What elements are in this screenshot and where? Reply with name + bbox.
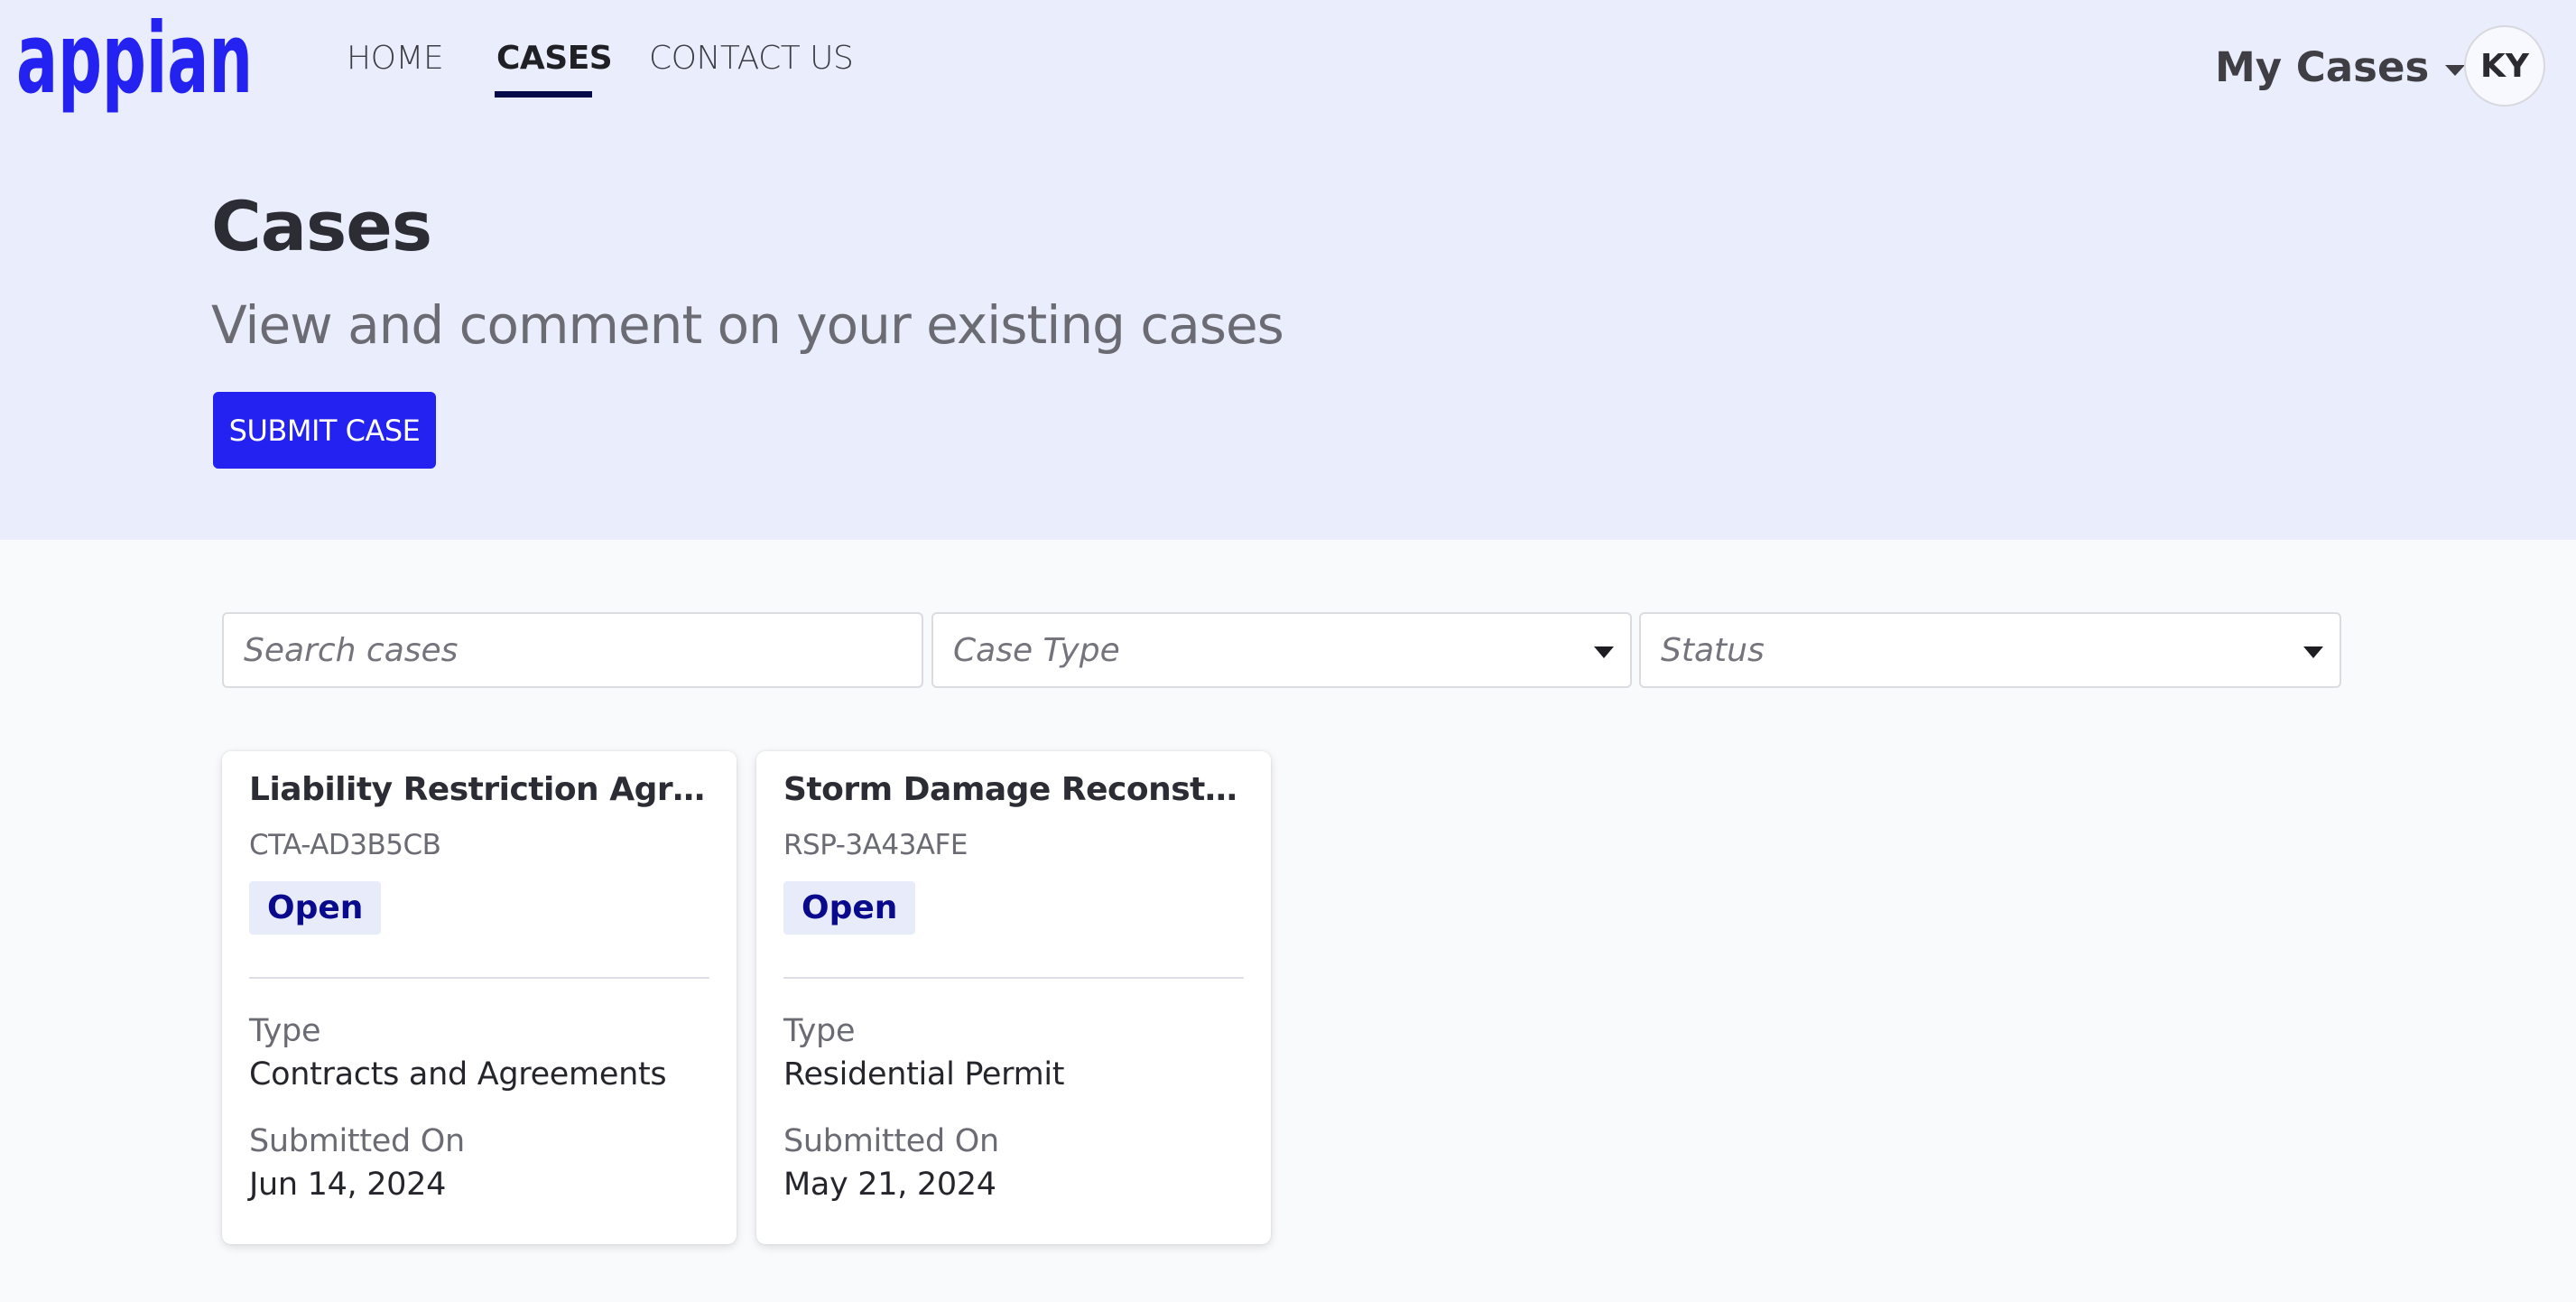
dropdown-caret-icon — [1594, 646, 1614, 658]
status-dropdown[interactable]: Status — [1639, 612, 2341, 688]
nav-contact-us[interactable]: CONTACT US — [649, 40, 854, 77]
appian-logo[interactable]: appian — [16, 13, 258, 119]
search-field[interactable] — [222, 612, 923, 688]
submit-case-button[interactable]: SUBMIT CASE — [213, 392, 436, 469]
page-title: Cases — [211, 186, 432, 266]
case-type-placeholder: Case Type — [953, 631, 1120, 669]
submitted-on-label: Submitted On — [783, 1123, 999, 1159]
status-badge: Open — [783, 881, 916, 935]
user-avatar[interactable]: KY — [2464, 25, 2545, 107]
logo-text: appian — [16, 13, 253, 116]
avatar-initials: KY — [2480, 47, 2529, 85]
status-badge-label: Open — [267, 889, 364, 926]
type-value: Contracts and Agreements — [249, 1056, 667, 1093]
caret-down-icon — [2445, 65, 2466, 76]
case-id: RSP-3A43AFE — [783, 829, 968, 861]
active-nav-indicator — [495, 91, 592, 98]
my-cases-label: My Cases — [2215, 42, 2430, 91]
card-divider — [783, 977, 1244, 979]
my-cases-menu[interactable]: My Cases — [2215, 40, 2466, 94]
case-title[interactable]: Liability Restriction Agree... — [249, 771, 709, 808]
nav-home[interactable]: HOME — [347, 40, 444, 77]
type-label: Type — [249, 1013, 321, 1049]
hero-banner: appian HOME CASES CONTACT US My Cases KY… — [0, 0, 2576, 540]
case-title[interactable]: Storm Damage Reconstruct... — [783, 771, 1244, 808]
case-id: CTA-AD3B5CB — [249, 829, 441, 861]
case-type-dropdown[interactable]: Case Type — [931, 612, 1632, 688]
status-placeholder: Status — [1661, 631, 1765, 669]
type-value: Residential Permit — [783, 1056, 1065, 1093]
submitted-on-label: Submitted On — [249, 1123, 465, 1159]
page-subtitle: View and comment on your existing cases — [211, 294, 1284, 356]
search-input[interactable] — [244, 614, 922, 686]
case-card[interactable]: Liability Restriction Agree... CTA-AD3B5… — [222, 751, 737, 1244]
submitted-on-value: May 21, 2024 — [783, 1167, 996, 1203]
status-badge-label: Open — [802, 889, 898, 926]
type-label: Type — [783, 1013, 856, 1049]
card-divider — [249, 977, 709, 979]
submitted-on-value: Jun 14, 2024 — [249, 1167, 447, 1203]
case-card[interactable]: Storm Damage Reconstruct... RSP-3A43AFE … — [756, 751, 1271, 1244]
dropdown-caret-icon — [2303, 646, 2323, 658]
nav-cases[interactable]: CASES — [496, 40, 613, 77]
status-badge: Open — [249, 881, 382, 935]
